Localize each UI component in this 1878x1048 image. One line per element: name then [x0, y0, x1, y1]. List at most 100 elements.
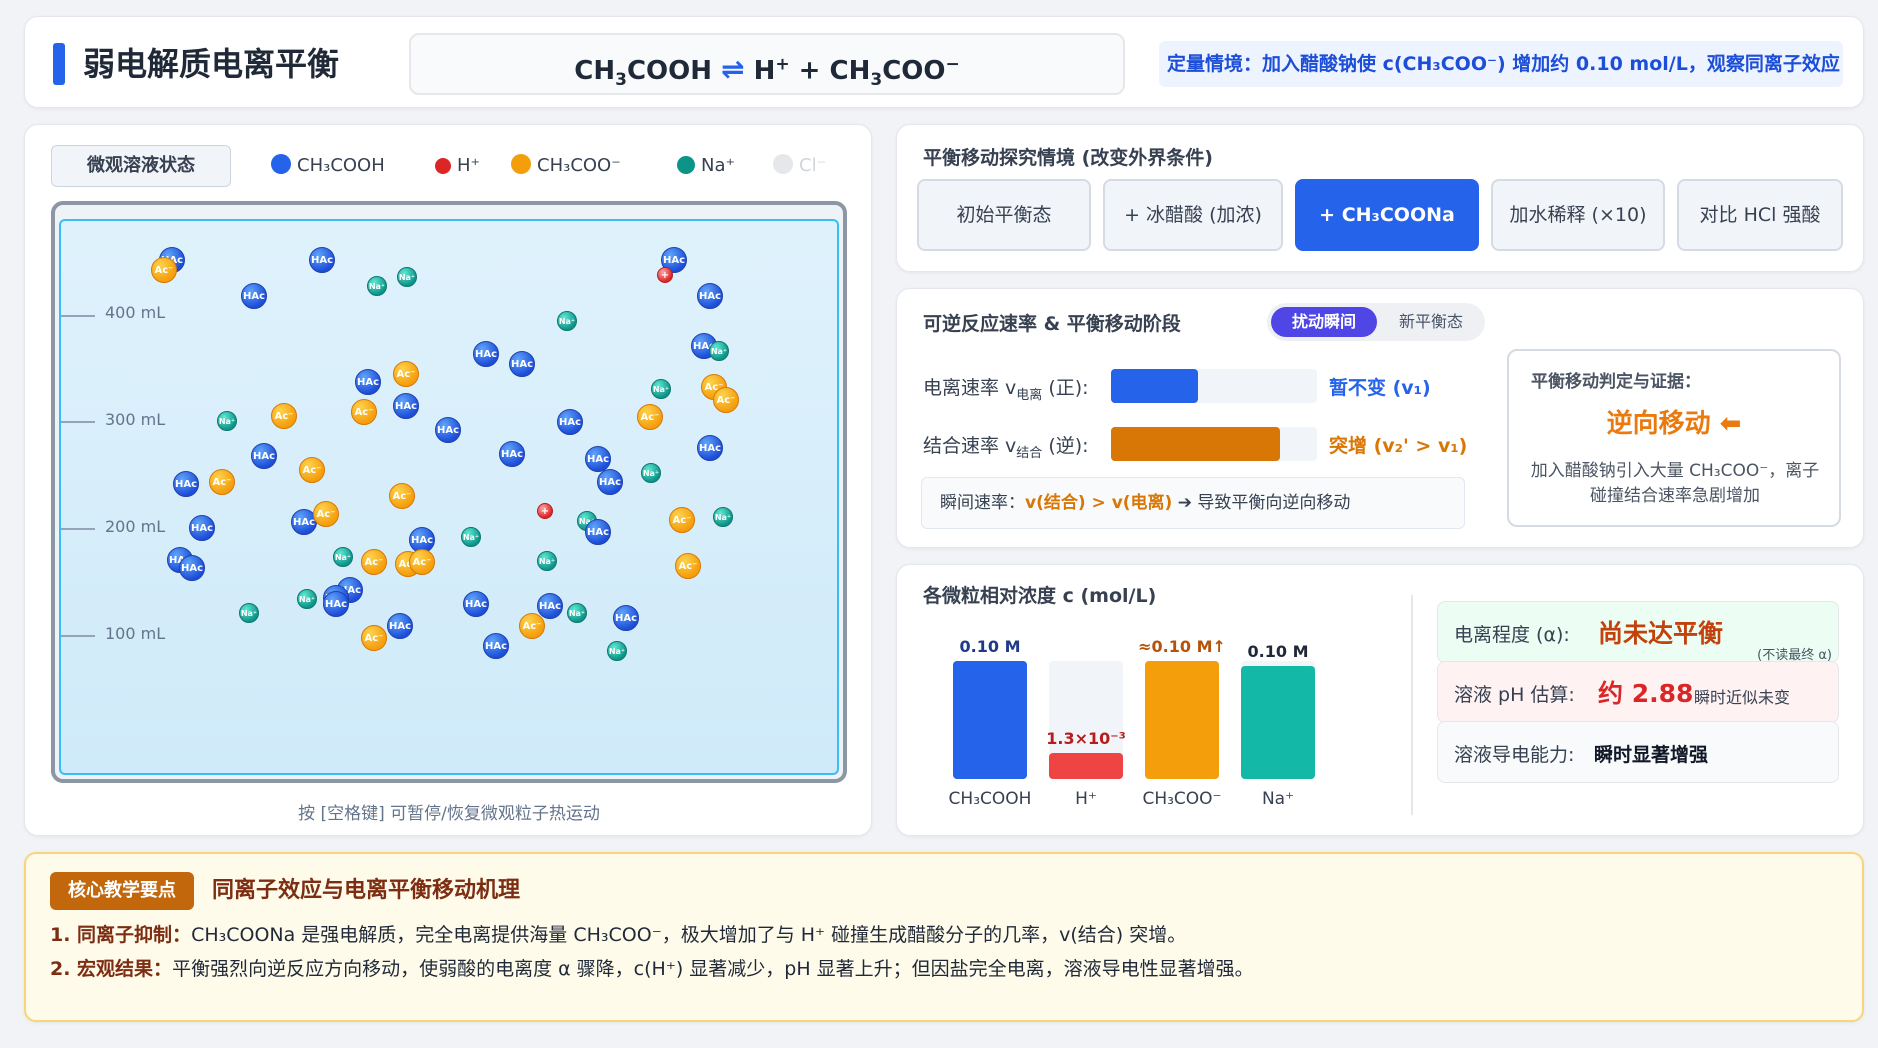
state-label: 微观溶液状态: [51, 145, 231, 187]
acetic-acid-molecule-icon: HAc: [585, 519, 611, 545]
acetic-acid-molecule-icon: HAc: [435, 417, 461, 443]
stat-box: 溶液导电能力: 瞬时显著增强: [1437, 721, 1839, 783]
tick-label-100: 100 mL: [105, 624, 166, 643]
acetic-acid-molecule-icon: HAc: [241, 283, 267, 309]
acetate-ion-icon: Ac⁻: [209, 469, 235, 495]
rate-heading: 可逆反应速率 & 平衡移动阶段: [923, 313, 1181, 335]
particle-legend: 微观溶液状态 CH₃COOH H⁺ CH₃COO⁻ Na⁺ Cl⁻: [51, 145, 831, 187]
tick-label-300: 300 mL: [105, 410, 166, 429]
acetic-acid-molecule-icon: HAc: [189, 515, 215, 541]
acetic-acid-molecule-icon: HAc: [613, 605, 639, 631]
stat-label: 电离程度 (α):: [1454, 624, 1570, 646]
sodium-ion-icon: Na⁺: [567, 603, 587, 623]
forward-rate-note: 暂不变 (v₁): [1329, 377, 1431, 399]
sodium-ion-icon: Na⁺: [397, 267, 417, 287]
eq-plus: +: [798, 55, 821, 86]
sodium-ion-icon: Na⁺: [713, 507, 733, 527]
scenario-control-panel: 平衡移动探究情境 (改变外界条件) 初始平衡态 + 冰醋酸 (加浓) + CH₃…: [896, 124, 1864, 272]
legend-item-acetate: CH₃COO⁻: [511, 153, 621, 179]
acetic-acid-molecule-icon: HAc: [179, 555, 205, 581]
eq-product-acetate: CH3COO−: [829, 54, 960, 90]
judgement-result: 逆向移动 ⬅: [1606, 409, 1742, 439]
sodium-ion-icon: Na⁺: [537, 551, 557, 571]
acetate-ion-icon: Ac⁻: [393, 361, 419, 387]
orange-dot-icon: [511, 154, 531, 174]
acetate-ion-icon: Ac⁻: [389, 483, 415, 509]
concentration-value-label: 0.10 M: [1247, 641, 1309, 661]
acetic-acid-molecule-icon: HAc: [697, 283, 723, 309]
tick-mark: [61, 635, 95, 637]
concentration-panel: 各微粒相对浓度 c (mol/L) 0.10 M CH₃COOH 1.3×10⁻³ H…: [896, 564, 1864, 836]
teal-dot-icon: [677, 156, 695, 174]
sodium-ion-icon: Na⁺: [297, 589, 317, 609]
sodium-ion-icon: Na⁺: [333, 547, 353, 567]
concentration-heading: 各微粒相对浓度 c (mol/L): [923, 585, 1157, 607]
equilibrium-judgement-box: 平衡移动判定与证据： 逆向移动 ⬅ 加入醋酸钠引入大量 CH₃COO⁻，离子碰撞…: [1507, 349, 1841, 527]
divider: [1411, 595, 1413, 815]
concentration-bar-chart: 0.10 M CH₃COOH 1.3×10⁻³ H⁺ ≈0.10 M↑ CH₃COO⁻ 0.…: [927, 605, 1347, 825]
acetic-acid-molecule-icon: HAc: [393, 393, 419, 419]
eq-product-h: H+: [753, 54, 790, 86]
acetic-acid-molecule-icon: HAc: [509, 351, 535, 377]
stat-value: 尚未达平衡: [1598, 619, 1724, 648]
acetate-ion-icon: Ac⁻: [675, 553, 701, 579]
equilibrium-arrow-icon: ⇌: [721, 52, 745, 86]
forward-rate-track: [1111, 369, 1317, 403]
acetate-ion-icon: Ac⁻: [151, 257, 177, 283]
concentration-value-label: 1.3×10⁻³: [1046, 729, 1126, 749]
legend-item-sodium: Na⁺: [677, 153, 735, 179]
acetic-acid-molecule-icon: HAc: [483, 633, 509, 659]
concentration-bar: [1241, 665, 1315, 779]
reverse-rate-bar: [1111, 427, 1280, 461]
solution-area[interactable]: 400 mL 300 mL 200 mL 100 mL HAcAc⁻HAcNa⁺…: [59, 219, 839, 775]
stat-box: 电离程度 (α): 尚未达平衡 (不读最终 α): [1437, 601, 1839, 663]
sodium-ion-icon: Na⁺: [709, 341, 729, 361]
beaker[interactable]: 400 mL 300 mL 200 mL 100 mL HAcAc⁻HAcNa⁺…: [51, 201, 847, 783]
acetate-ion-icon: Ac⁻: [519, 613, 545, 639]
add-sodium-acetate-button[interactable]: + CH₃COONa: [1295, 179, 1479, 251]
add-glacial-acetic-button[interactable]: + 冰醋酸 (加浓): [1103, 179, 1283, 251]
acetic-acid-molecule-icon: HAc: [597, 469, 623, 495]
stat-box: 溶液 pH 估算: 约 2.88 瞬时近似未变: [1437, 661, 1839, 723]
acetate-ion-icon: Ac⁻: [271, 403, 297, 429]
sodium-ion-icon: Na⁺: [367, 276, 387, 296]
tick-mark: [61, 528, 95, 530]
compare-hcl-button[interactable]: 对比 HCl 强酸: [1677, 179, 1843, 251]
tab-new-equilibrium[interactable]: 新平衡态: [1381, 307, 1481, 337]
note-line-2: 2. 宏观结果：平衡强烈向逆反应方向移动，使弱酸的电离度 α 骤降，c(H⁺) …: [50, 958, 1254, 980]
stat-value: 瞬时显著增强: [1594, 744, 1709, 766]
dilute-button[interactable]: 加水稀释 (×10): [1491, 179, 1665, 251]
concentration-value-label: ≈0.10 M↑: [1138, 637, 1226, 656]
tick-label-200: 200 mL: [105, 517, 166, 536]
sodium-ion-icon: Na⁺: [217, 411, 237, 431]
hydrogen-ion-icon: +: [537, 503, 553, 519]
forward-rate-label: 电离速率 v电离 (正):: [923, 377, 1089, 403]
judgement-title: 平衡移动判定与证据：: [1531, 372, 1701, 392]
acetic-acid-molecule-icon: HAc: [585, 446, 611, 472]
tab-disturbance-moment[interactable]: 扰动瞬间: [1271, 307, 1377, 337]
sodium-ion-icon: Na⁺: [641, 463, 661, 483]
forward-rate-bar: [1111, 369, 1198, 403]
eq-reactant: CH3COOH: [574, 55, 712, 90]
concentration-bar: [1049, 753, 1123, 779]
control-heading: 平衡移动探究情境 (改变外界条件): [923, 147, 1213, 169]
judgement-description: 加入醋酸钠引入大量 CH₃COO⁻，离子碰撞结合速率急剧增加: [1530, 461, 1820, 506]
acetic-acid-molecule-icon: HAc: [499, 441, 525, 467]
acetic-acid-molecule-icon: HAc: [557, 409, 583, 435]
tick-mark: [61, 315, 95, 317]
teaching-notes-panel: 核心教学要点 同离子效应与电离平衡移动机理 1. 同离子抑制：CH₃COONa …: [24, 852, 1864, 1022]
acetate-ion-icon: Ac⁻: [361, 549, 387, 575]
acetic-acid-molecule-icon: HAc: [355, 369, 381, 395]
initial-state-button[interactable]: 初始平衡态: [917, 179, 1091, 251]
reaction-equation: CH3COOH ⇌ H+ + CH3COO−: [409, 33, 1125, 95]
acetic-acid-molecule-icon: HAc: [323, 591, 349, 617]
acetate-ion-icon: Ac⁻: [299, 457, 325, 483]
acetic-acid-molecule-icon: HAc: [309, 247, 335, 273]
acetic-acid-molecule-icon: HAc: [173, 471, 199, 497]
acetate-ion-icon: Ac⁻: [313, 501, 339, 527]
acetic-acid-molecule-icon: HAc: [387, 613, 413, 639]
hydrogen-ion-icon: +: [657, 267, 673, 283]
stat-value: 约 2.88: [1598, 679, 1694, 708]
concentration-value-label: 0.10 M: [959, 637, 1021, 656]
reverse-rate-note: 突增 (v₂' > v₁): [1329, 435, 1468, 457]
